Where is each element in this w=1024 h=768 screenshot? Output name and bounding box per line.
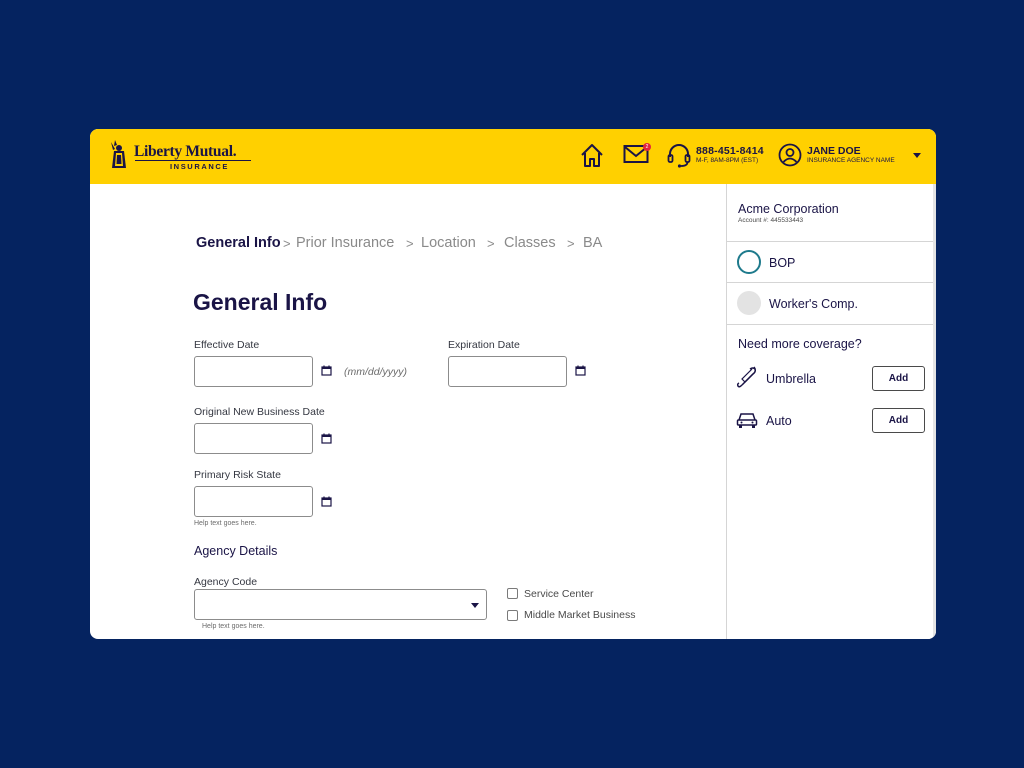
agency-code-label: Agency Code [194,576,258,588]
user-icon[interactable] [778,143,802,167]
statue-of-liberty-icon [111,140,126,168]
liberty-mutual-logo[interactable]: Liberty Mutual. INSURANCE [108,137,251,175]
coverage-bop-label[interactable]: BOP [769,256,795,270]
breadcrumb-prior-insurance[interactable]: Prior Insurance [296,235,394,251]
divider [727,282,935,283]
breadcrumb-separator: > [283,236,291,251]
support-hours: M-F, 8AM-8PM (EST) [696,157,759,164]
mail-notification-badge: 2 [643,143,651,151]
agency-details-heading: Agency Details [194,544,278,558]
page-title: General Info [193,289,328,315]
coverage-bop-selector[interactable] [737,250,761,274]
headset-icon[interactable] [667,143,691,169]
effective-date-input[interactable] [194,356,313,387]
account-sidebar: Acme Corporation Account #: 445533443 BO… [726,184,936,639]
caret-down-icon[interactable] [913,153,921,158]
breadcrumb-separator: > [406,236,414,251]
logo-subtitle: INSURANCE [170,162,229,171]
logo-rule [135,160,251,161]
calendar-icon[interactable] [575,365,586,376]
breadcrumb-location[interactable]: Location [421,235,476,251]
user-name[interactable]: JANE DOE [807,145,861,157]
breadcrumb-general-info[interactable]: General Info [196,235,281,251]
expiration-date-input[interactable] [448,356,567,387]
user-agency-name: INSURANCE AGENCY NAME [807,157,895,164]
home-icon[interactable] [580,143,604,168]
app-window: Liberty Mutual. INSURANCE 2 888-451-8414… [90,129,936,639]
umbrella-icon [736,366,757,388]
service-center-checkbox[interactable] [507,588,518,599]
calendar-icon[interactable] [321,496,332,507]
primary-risk-state-label: Primary Risk State [194,469,281,481]
calendar-icon[interactable] [321,365,332,376]
account-name: Acme Corporation [738,202,839,216]
original-business-date-label: Original New Business Date [194,406,325,418]
car-icon [736,413,758,428]
need-more-coverage-heading: Need more coverage? [738,337,862,351]
top-header: Liberty Mutual. INSURANCE 2 888-451-8414… [90,129,936,184]
agency-code-help-text: Help text goes here. [202,623,265,630]
expiration-date-label: Expiration Date [448,339,520,351]
original-business-date-input[interactable] [194,423,313,454]
breadcrumb-separator: > [567,236,575,251]
breadcrumb-separator: > [487,236,495,251]
account-number: Account #: 445533443 [738,217,804,224]
divider [727,324,935,325]
add-auto-button[interactable]: Add [872,408,925,433]
calendar-icon[interactable] [321,433,332,444]
logo-wordmark: Liberty Mutual. [134,143,237,160]
service-center-label[interactable]: Service Center [524,588,593,600]
agency-code-select[interactable] [194,589,487,620]
divider [727,241,935,242]
coverage-workers-comp-label[interactable]: Worker's Comp. [769,297,858,311]
coverage-workers-comp-selector[interactable] [737,291,761,315]
support-phone-number[interactable]: 888-451-8414 [696,145,764,157]
effective-date-label: Effective Date [194,339,260,351]
sidebar-scrollbar[interactable] [933,184,936,639]
breadcrumb-classes[interactable]: Classes [504,235,556,251]
addon-auto-label: Auto [766,414,792,428]
primary-risk-state-input[interactable] [194,486,313,517]
breadcrumb-ba[interactable]: BA [583,235,602,251]
addon-umbrella-label: Umbrella [766,372,817,386]
primary-risk-help-text: Help text goes here. [194,520,257,527]
add-umbrella-button[interactable]: Add [872,366,925,391]
date-format-hint: (mm/dd/yyyy) [344,366,407,378]
middle-market-label[interactable]: Middle Market Business [524,609,635,621]
caret-down-icon [471,603,479,608]
middle-market-checkbox[interactable] [507,610,518,621]
